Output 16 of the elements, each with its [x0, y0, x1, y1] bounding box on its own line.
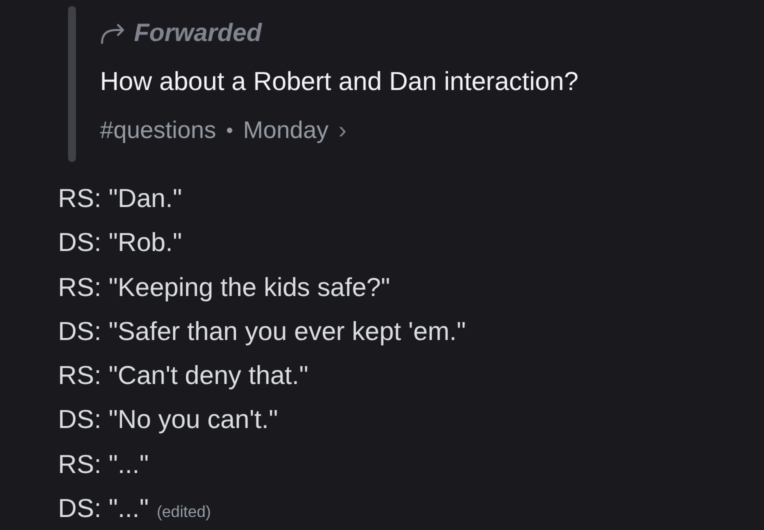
message-date[interactable]: Monday — [243, 117, 328, 145]
message-line: DS: "Safer than you ever kept 'em." — [58, 314, 466, 348]
message-line: RS: "Can't deny that." — [58, 359, 308, 392]
message-line: RS: "Keeping the kids safe?" — [58, 270, 390, 304]
message-line: RS: "Dan." — [58, 182, 182, 215]
message-line: DS: "No you can't." — [58, 403, 278, 436]
forwarded-label: Forwarded — [134, 18, 262, 48]
message-line: DS: "..." — [58, 492, 149, 526]
message-line: RS: "..." — [58, 448, 149, 481]
channel-link[interactable]: #questions — [100, 117, 216, 145]
separator-dot: • — [226, 120, 234, 142]
edited-tag: (edited) — [156, 491, 211, 530]
message-line: DS: "Rob." — [58, 226, 182, 260]
forward-arrow-icon — [100, 22, 126, 44]
chevron-icon[interactable]: › — [338, 117, 346, 145]
forwarded-message: How about a Robert and Dan interaction? — [100, 65, 578, 98]
